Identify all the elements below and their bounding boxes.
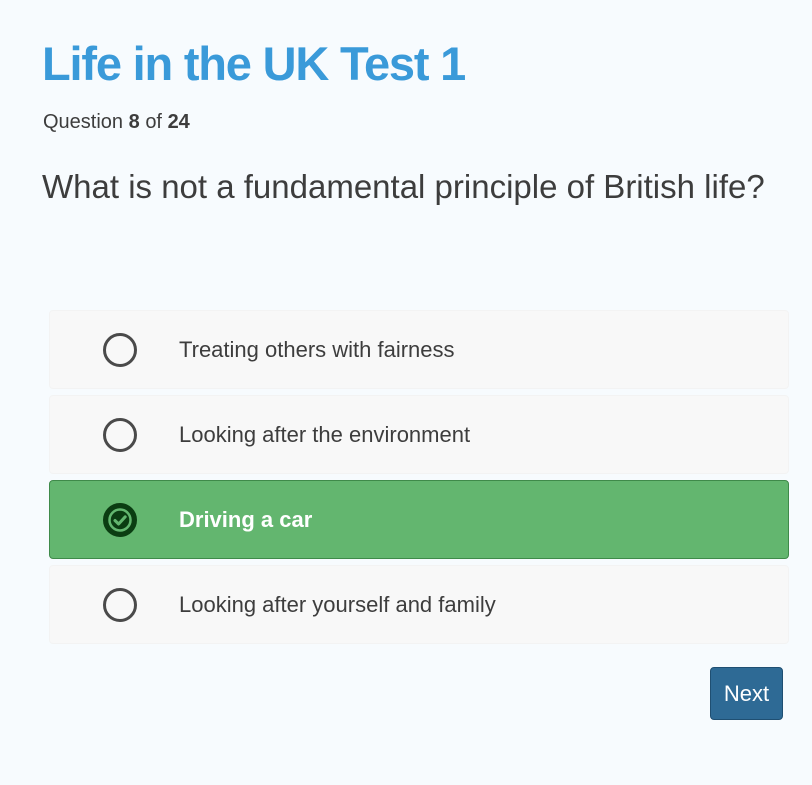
answer-options: Treating others with fairness Looking af… [49, 310, 789, 650]
answer-option-selected[interactable]: Driving a car [49, 480, 789, 559]
answer-option-label: Looking after yourself and family [179, 591, 496, 617]
progress-total: 24 [167, 111, 190, 133]
answer-option-label: Looking after the environment [179, 421, 471, 447]
check-circle-icon [103, 502, 137, 537]
question-text: What is not a fundamental principle of B… [42, 168, 765, 205]
radio-empty-icon [103, 587, 137, 622]
progress-separator: of [145, 111, 162, 133]
answer-option[interactable]: Treating others with fairness [49, 310, 789, 389]
progress-prefix: Question [43, 111, 124, 133]
answer-option-label: Treating others with fairness [179, 336, 455, 362]
radio-empty-icon [103, 417, 137, 452]
answer-option[interactable]: Looking after yourself and family [49, 565, 789, 644]
progress-current: 8 [128, 111, 140, 133]
answer-option[interactable]: Looking after the environment [49, 395, 789, 474]
question-progress: Question 8 of 24 [43, 110, 190, 134]
next-button[interactable]: Next [710, 667, 783, 720]
quiz-title: Life in the UK Test 1 [42, 37, 466, 90]
radio-empty-icon [103, 332, 137, 367]
answer-option-label: Driving a car [179, 506, 313, 532]
